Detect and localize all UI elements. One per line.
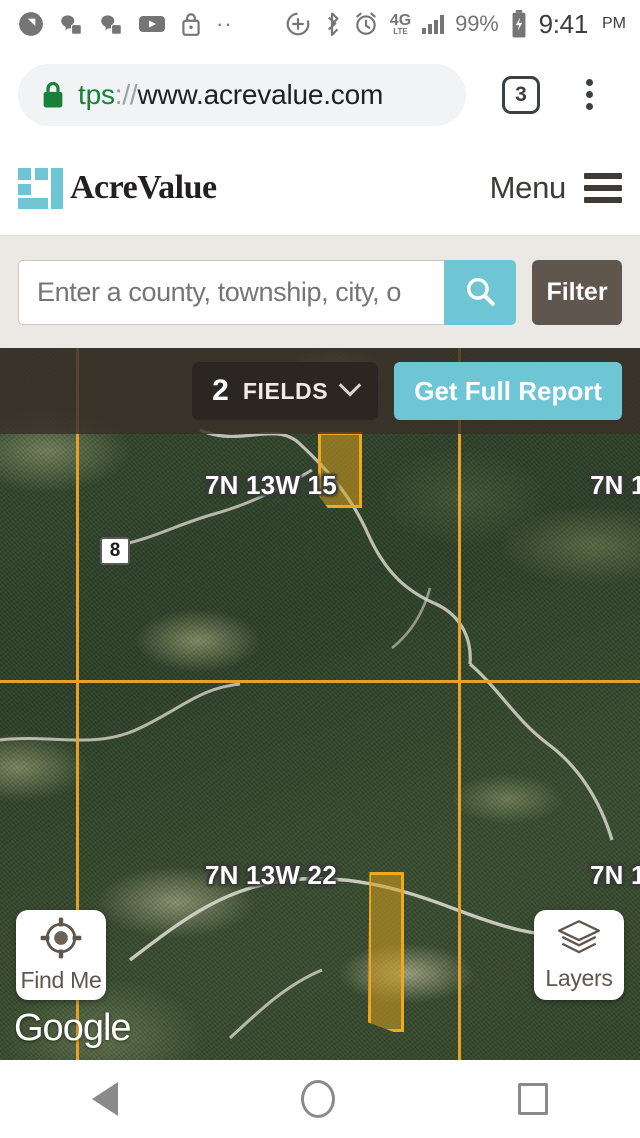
clock-ampm-label: PM	[602, 15, 626, 32]
map-canvas[interactable]: 7N 13W 15 7N 1 7N 13W 22 7N 1 8 Google F…	[0, 348, 640, 1060]
status-bar-right-icons: 4G LTE 99% 9:41 PM	[285, 9, 626, 40]
section-grid-line-horizontal-1	[0, 680, 640, 683]
find-me-label: Find Me	[20, 967, 102, 993]
status-bar-left-icons: ··	[18, 11, 233, 37]
battery-charging-icon	[510, 10, 528, 38]
lock-icon	[180, 11, 202, 37]
search-button[interactable]	[444, 259, 516, 325]
hamburger-icon[interactable]	[584, 173, 622, 203]
tab-switcher-button[interactable]: 3	[502, 75, 540, 114]
battery-percent-label: 99%	[455, 11, 499, 36]
browser-menu-button[interactable]	[576, 75, 603, 114]
secure-lock-icon	[40, 80, 66, 110]
field-parcel-2[interactable]	[368, 872, 404, 1032]
section-label-2: 7N 13W 22	[205, 860, 337, 890]
browser-toolbar: tps://www.acrevalue.com 3	[0, 48, 640, 141]
youtube-icon	[138, 12, 166, 36]
layers-button[interactable]: Layers	[534, 910, 624, 1000]
home-button[interactable]	[300, 1080, 335, 1118]
phone-screen: ·· 4G LTE 99% 9:41 PM tps://www.acrevalu…	[0, 0, 640, 1138]
acrevalue-logo-icon	[18, 168, 63, 209]
search-band: Filter	[0, 236, 640, 348]
network-type-indicator: 4G LTE	[389, 11, 412, 36]
find-me-button[interactable]: Find Me	[16, 910, 106, 1000]
url-host: www.acrevalue.com	[137, 78, 384, 110]
search-input[interactable]	[18, 259, 444, 325]
address-bar[interactable]: tps://www.acrevalue.com	[18, 63, 466, 126]
android-navigation-bar	[0, 1060, 640, 1138]
address-bar-text: tps://www.acrevalue.com	[78, 79, 383, 111]
brand-name-label: AcreValue	[70, 169, 217, 206]
search-group	[18, 259, 516, 325]
add-contact-icon	[285, 11, 311, 37]
section-label-0: 7N 13W 15	[205, 470, 337, 500]
menu-button[interactable]: Menu	[490, 170, 622, 206]
brand-logo[interactable]: AcreValue	[18, 168, 217, 209]
google-attribution: Google	[14, 1007, 132, 1049]
fields-count-label: FIELDS	[242, 377, 329, 404]
recents-button[interactable]	[518, 1083, 549, 1115]
fields-count-value: 2	[212, 374, 229, 407]
messaging-icon	[58, 11, 84, 37]
filter-button[interactable]: Filter	[532, 259, 622, 325]
url-separator: ://	[114, 78, 138, 110]
fields-count-dropdown[interactable]: 2 FIELDS	[192, 362, 379, 420]
layers-icon	[556, 918, 602, 963]
signal-strength-icon	[422, 14, 445, 34]
search-icon	[463, 274, 497, 311]
url-scheme: tps	[78, 78, 115, 110]
site-header: AcreValue Menu	[0, 141, 640, 236]
layers-label: Layers	[545, 965, 613, 991]
get-full-report-button[interactable]: Get Full Report	[394, 362, 622, 420]
section-grid-line-vertical-2	[458, 348, 461, 1060]
alarm-icon	[353, 11, 379, 37]
chevron-down-icon	[338, 374, 362, 397]
clock-label: 9:41	[538, 8, 589, 39]
section-label-3: 7N 1	[590, 860, 640, 890]
bluetooth-icon	[322, 11, 342, 37]
fields-toolbar: 2 FIELDS Get Full Report	[0, 348, 640, 434]
pocket-icon	[18, 11, 44, 37]
route-shield-marker: 8	[100, 537, 130, 565]
status-bar: ·· 4G LTE 99% 9:41 PM	[0, 0, 640, 48]
back-button[interactable]	[91, 1082, 118, 1116]
section-label-1: 7N 1	[590, 470, 640, 500]
messaging-icon-2	[98, 11, 124, 37]
menu-label: Menu	[489, 170, 567, 205]
more-dots-icon: ··	[216, 11, 233, 36]
crosshair-icon	[39, 916, 83, 965]
